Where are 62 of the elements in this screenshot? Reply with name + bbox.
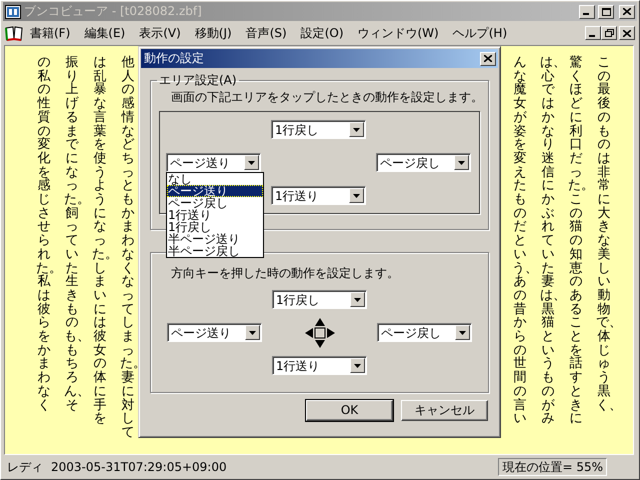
caret-icon xyxy=(350,358,365,374)
description-text: 方向キーを押した時の動作を設定します。 xyxy=(171,266,400,280)
ok-button[interactable]: OK xyxy=(306,400,393,421)
maximize-button[interactable] xyxy=(598,4,614,18)
cancel-button[interactable]: キャンセル xyxy=(401,400,488,421)
text-column: は、心ではかなり迷信にかぶれていた妻は、黒猫というものがみ xyxy=(540,56,556,426)
menu-item[interactable]: 設定(O) xyxy=(294,26,350,40)
description-text: 画面の下記エリアをタップしたときの動作を設定します。 xyxy=(171,90,480,104)
dropdown[interactable]: 1行送り xyxy=(271,186,366,206)
text-column: んな魔女が姿を変えたものだという、あの昔からの世間の言い xyxy=(512,56,528,426)
text-column: は乱暴な言葉を使うようになった。しまいには彼女の体に手を xyxy=(92,56,108,426)
list-option[interactable]: ページ送り xyxy=(167,185,263,198)
group-label: エリア設定(A) xyxy=(158,74,238,86)
timestamp-text: 2003-05-31T07:29:05+09:00 xyxy=(51,460,227,474)
list-option[interactable]: なし xyxy=(167,173,263,186)
list-option[interactable]: 半ページ戻し xyxy=(167,245,263,258)
text-column: 振り上げるまでになった。飼っていた生きものも、もちろん、そ xyxy=(64,56,80,412)
caret-icon xyxy=(350,292,365,308)
list-option[interactable]: 半ページ送り xyxy=(167,233,263,246)
window-title: ブンコビューア - [t028082.zbf] xyxy=(24,4,203,19)
close-button[interactable] xyxy=(480,52,496,66)
menu-item[interactable]: ウィンドウ(W) xyxy=(350,26,446,40)
dropdown[interactable]: 1行送り xyxy=(272,356,367,376)
menu-item[interactable]: 表示(V) xyxy=(132,26,188,40)
text-column: の私の性質の変化を感じさせられた。私は彼らをかまわなく xyxy=(36,56,52,412)
list-option[interactable]: 1行戻し xyxy=(167,221,263,234)
menu-item[interactable]: 移動(J) xyxy=(188,26,239,40)
status-text: レディ xyxy=(7,460,43,474)
list-option[interactable]: ページ戻し xyxy=(167,197,263,210)
caret-icon xyxy=(455,325,470,340)
caret-icon xyxy=(245,325,260,340)
caret-icon xyxy=(349,188,364,204)
menu-item[interactable]: 編集(E) xyxy=(77,26,132,40)
menu-item[interactable]: ヘルプ(H) xyxy=(446,26,514,40)
close-icon xyxy=(484,55,492,62)
maximize-icon xyxy=(602,8,610,16)
minimize-button[interactable] xyxy=(585,26,601,40)
text-column: 驚くほどに利口だった。この猫の知恵のあることを話すときに xyxy=(568,56,584,426)
caret-icon xyxy=(349,122,364,138)
position-indicator: 現在の位置= 55% xyxy=(498,458,607,476)
caret-icon xyxy=(454,155,469,170)
close-button[interactable] xyxy=(619,4,635,18)
dropdown[interactable]: ページ送り xyxy=(167,323,262,342)
arrow-keys-icon xyxy=(304,316,336,349)
menu-item[interactable]: 音声(S) xyxy=(238,26,294,40)
list-option[interactable]: 1行送り xyxy=(167,209,263,222)
dropdown[interactable]: 1行戻し xyxy=(272,290,367,310)
close-button[interactable] xyxy=(619,26,635,40)
close-icon xyxy=(623,8,631,15)
dropdown[interactable]: ページ戻し xyxy=(377,323,472,342)
dropdown[interactable]: ページ戻し xyxy=(376,153,471,172)
restore-button[interactable] xyxy=(601,26,617,40)
book-icon xyxy=(5,25,23,41)
close-icon xyxy=(623,30,631,36)
minimize-button[interactable] xyxy=(579,4,595,18)
restore-icon xyxy=(604,29,614,37)
dialog-title: 動作の設定 xyxy=(144,51,204,66)
app-icon xyxy=(5,4,21,18)
menu-item[interactable]: 書籍(F) xyxy=(23,26,78,40)
dropdown[interactable]: 1行戻し xyxy=(271,120,366,140)
text-column: この最後のものは非常に大きな美しい動物で、体じゅう黒く、 xyxy=(596,56,612,412)
text-column: 他人の感情などちっともかまわなくなってしまった。妻に対して xyxy=(120,56,136,440)
